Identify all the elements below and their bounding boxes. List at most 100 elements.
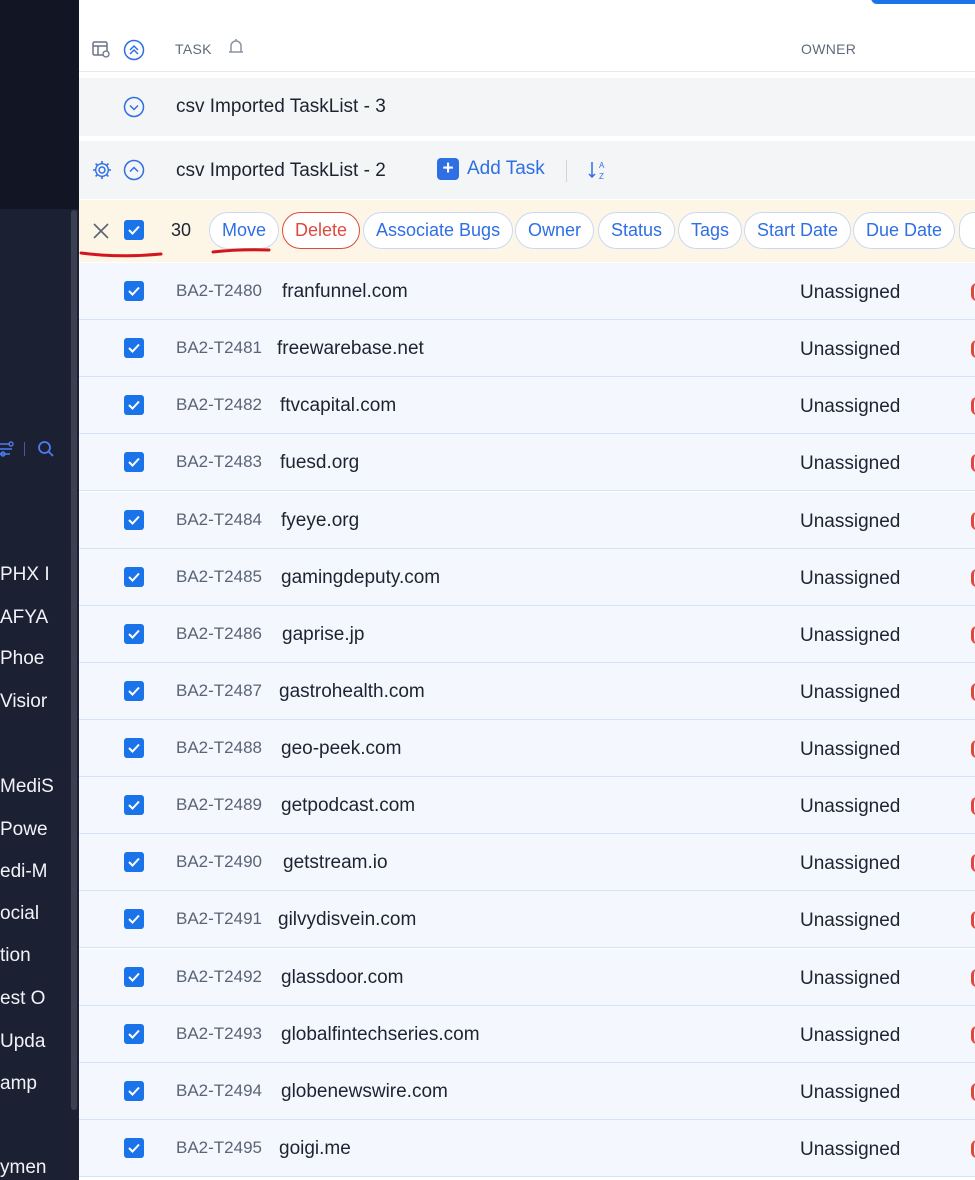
sidebar-item[interactable]: Powe (0, 819, 72, 841)
task-name[interactable]: getpodcast.com (281, 795, 415, 817)
row-checkbox[interactable] (124, 738, 144, 758)
task-column-header[interactable]: TASK (175, 41, 212, 57)
task-owner[interactable]: Unassigned (800, 910, 900, 932)
task-owner[interactable]: Unassigned (800, 282, 900, 304)
row-checkbox[interactable] (124, 681, 144, 701)
owner-column-header[interactable]: OWNER (801, 41, 856, 57)
task-id[interactable]: BA2-T2483 (176, 452, 262, 472)
sort-icon[interactable]: AZ (586, 158, 610, 187)
task-name[interactable]: ftvcapital.com (280, 395, 396, 417)
select-all-checkbox[interactable] (124, 220, 144, 240)
task-name[interactable]: freewarebase.net (277, 338, 424, 360)
task-id[interactable]: BA2-T2484 (176, 510, 262, 530)
table-row[interactable]: BA2-T2493 globalfintechseries.com Unassi… (79, 1006, 975, 1063)
table-row[interactable]: BA2-T2484 fyeye.org Unassigned (79, 492, 975, 549)
task-id[interactable]: BA2-T2482 (176, 395, 262, 415)
task-owner[interactable]: Unassigned (800, 853, 900, 875)
table-row[interactable]: BA2-T2489 getpodcast.com Unassigned (79, 777, 975, 834)
tags-button[interactable]: Tags (678, 212, 743, 249)
due-date-button[interactable]: Due Date (853, 212, 956, 249)
status-button[interactable]: Status (598, 212, 676, 249)
task-id[interactable]: BA2-T2480 (176, 281, 262, 301)
task-owner[interactable]: Unassigned (800, 396, 900, 418)
row-checkbox[interactable] (124, 852, 144, 872)
task-id[interactable]: BA2-T2494 (176, 1081, 262, 1101)
close-icon[interactable] (91, 221, 111, 246)
table-row[interactable]: BA2-T2490 getstream.io Unassigned (79, 834, 975, 891)
sidebar-item[interactable]: PHX I (0, 564, 72, 586)
table-row[interactable]: BA2-T2485 gamingdeputy.com Unassigned (79, 549, 975, 606)
sidebar-item[interactable]: ymen (0, 1157, 72, 1179)
search-icon[interactable] (37, 440, 55, 458)
task-name[interactable]: globenewswire.com (281, 1081, 448, 1103)
row-checkbox[interactable] (124, 510, 144, 530)
task-id[interactable]: BA2-T2489 (176, 795, 262, 815)
task-name[interactable]: gastrohealth.com (279, 681, 425, 703)
task-id[interactable]: BA2-T2481 (176, 338, 262, 358)
task-name[interactable]: gamingdeputy.com (281, 567, 440, 589)
start-date-button[interactable]: Start Date (744, 212, 852, 249)
row-checkbox[interactable] (124, 452, 144, 472)
table-row[interactable]: BA2-T2492 glassdoor.com Unassigned (79, 949, 975, 1006)
task-id[interactable]: BA2-T2488 (176, 738, 262, 758)
row-checkbox[interactable] (124, 281, 144, 301)
row-checkbox[interactable] (124, 1024, 144, 1044)
gear-icon[interactable] (91, 159, 113, 186)
task-id[interactable]: BA2-T2486 (176, 624, 262, 644)
task-owner[interactable]: Unassigned (800, 453, 900, 475)
collapse-icon[interactable] (123, 159, 145, 186)
tasklist-title[interactable]: csv Imported TaskList - 3 (176, 96, 386, 118)
task-id[interactable]: BA2-T2485 (176, 567, 262, 587)
sidebar-item[interactable]: amp (0, 1073, 72, 1095)
row-checkbox[interactable] (124, 967, 144, 987)
task-id[interactable]: BA2-T2491 (176, 909, 262, 929)
collapse-all-icon[interactable] (123, 39, 145, 66)
row-checkbox[interactable] (124, 909, 144, 929)
task-id[interactable]: BA2-T2495 (176, 1138, 262, 1158)
row-checkbox[interactable] (124, 1081, 144, 1101)
task-name[interactable]: fyeye.org (281, 510, 359, 532)
task-owner[interactable]: Unassigned (800, 796, 900, 818)
more-actions-button[interactable] (959, 212, 975, 249)
tasklist-row[interactable]: csv Imported TaskList - 2 + Add Task AZ (79, 141, 975, 199)
sidebar-item[interactable]: est O (0, 988, 72, 1010)
sidebar-item[interactable]: ocial (0, 903, 72, 925)
task-name[interactable]: gilvydisvein.com (278, 909, 416, 931)
table-row[interactable]: BA2-T2491 gilvydisvein.com Unassigned (79, 891, 975, 948)
add-task-button[interactable]: + Add Task (437, 158, 545, 180)
task-name[interactable]: glassdoor.com (281, 967, 404, 989)
table-row[interactable]: BA2-T2486 gaprise.jp Unassigned (79, 606, 975, 663)
row-checkbox[interactable] (124, 395, 144, 415)
task-owner[interactable]: Unassigned (800, 625, 900, 647)
task-owner[interactable]: Unassigned (800, 568, 900, 590)
filter-icon[interactable] (0, 440, 14, 458)
task-name[interactable]: geo-peek.com (281, 738, 401, 760)
move-button[interactable]: Move (209, 212, 280, 249)
row-checkbox[interactable] (124, 567, 144, 587)
row-checkbox[interactable] (124, 338, 144, 358)
table-row[interactable]: BA2-T2480 franfunnel.com Unassigned (79, 263, 975, 320)
table-row[interactable]: BA2-T2482 ftvcapital.com Unassigned (79, 377, 975, 434)
expand-icon[interactable] (123, 96, 145, 123)
task-owner[interactable]: Unassigned (800, 1025, 900, 1047)
tasklist-row[interactable]: csv Imported TaskList - 3 (79, 78, 975, 136)
task-owner[interactable]: Unassigned (800, 1139, 900, 1161)
task-owner[interactable]: Unassigned (800, 339, 900, 361)
table-row[interactable]: BA2-T2487 gastrohealth.com Unassigned (79, 663, 975, 720)
sidebar-item[interactable]: Upda (0, 1031, 72, 1053)
primary-button-edge[interactable] (871, 0, 975, 4)
task-name[interactable]: goigi.me (279, 1138, 351, 1160)
table-row[interactable]: BA2-T2494 globenewswire.com Unassigned (79, 1063, 975, 1120)
task-owner[interactable]: Unassigned (800, 1082, 900, 1104)
table-row[interactable]: BA2-T2483 fuesd.org Unassigned (79, 434, 975, 491)
sidebar-item[interactable]: edi-M (0, 861, 72, 883)
task-id[interactable]: BA2-T2492 (176, 967, 262, 987)
task-owner[interactable]: Unassigned (800, 511, 900, 533)
row-checkbox[interactable] (124, 624, 144, 644)
task-name[interactable]: fuesd.org (280, 452, 359, 474)
table-row[interactable]: BA2-T2488 geo-peek.com Unassigned (79, 720, 975, 777)
sidebar-item[interactable]: MediS (0, 776, 72, 798)
task-id[interactable]: BA2-T2493 (176, 1024, 262, 1044)
sidebar-item[interactable]: Phoe (0, 648, 72, 670)
table-row[interactable]: BA2-T2481 freewarebase.net Unassigned (79, 320, 975, 377)
